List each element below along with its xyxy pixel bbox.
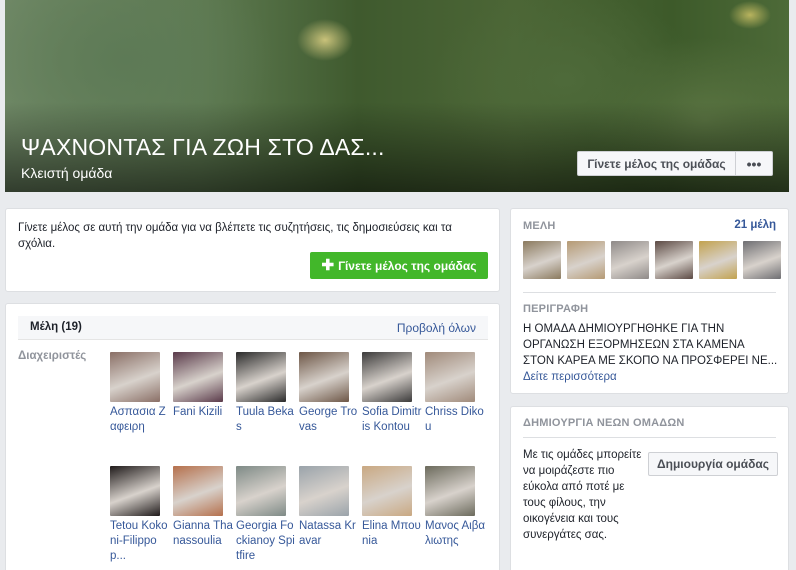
description-text: Η ΟΜΑΔΑ ΔΗΜΙΟΥΡΓΗΘΗΚΕ ΓΙΑ ΤΗΝ ΟΡΓΑΝΩΣΗ Ε… <box>523 321 778 385</box>
join-prompt-card: Γίνετε μέλος σε αυτή την ομάδα για να βλ… <box>5 208 500 292</box>
member-name[interactable]: Gianna Thanassoulia <box>173 519 233 549</box>
avatar[interactable] <box>110 352 160 402</box>
member-name[interactable]: Elina Μπουnia <box>362 519 422 549</box>
member-card[interactable]: Georgia Fockianoy Spitfire <box>236 466 296 564</box>
member-name[interactable]: George Trovas <box>299 405 359 435</box>
member-card[interactable]: Μανος Αιβαλιωτης <box>425 466 485 549</box>
member-card[interactable]: Fani Kizili <box>173 352 233 420</box>
members-card: Μέλη (19) Προβολή όλων Διαχειριστές Ασπα… <box>5 303 500 570</box>
member-card[interactable]: Gianna Thanassoulia <box>173 466 233 549</box>
members-count-title: Μέλη (19) <box>30 321 82 333</box>
avatar[interactable] <box>299 352 349 402</box>
member-card[interactable]: Tuula Bekas <box>236 352 296 435</box>
avatar[interactable] <box>425 352 475 402</box>
member-name[interactable]: Georgia Fockianoy Spitfire <box>236 519 296 564</box>
about-card: ΜΕΛΗ 21 μέλη ΠΕΡΙΓΡΑΦΗ Η ΟΜΑΔΑ ΔΗΜΙΟΥΡΓΗ… <box>510 208 789 394</box>
view-all-link[interactable]: Προβολή όλων <box>397 321 476 335</box>
join-group-green-label: Γίνετε μέλος της ομάδας <box>338 258 477 273</box>
members-header: Μέλη (19) Προβολή όλων <box>18 316 488 340</box>
member-card[interactable]: Elina Μπουnia <box>362 466 422 549</box>
member-card[interactable]: Tetou Kokoni-Filippop... <box>110 466 170 564</box>
avatar[interactable] <box>362 466 412 516</box>
avatar[interactable] <box>655 241 693 279</box>
member-name[interactable]: Sofia Dimitris Kontou <box>362 405 422 435</box>
join-group-green-button[interactable]: ✚ Γίνετε μέλος της ομάδας <box>310 252 488 279</box>
admins-label: Διαχειριστές <box>18 350 87 362</box>
members-panel-label: ΜΕΛΗ <box>523 220 556 232</box>
avatar[interactable] <box>173 466 223 516</box>
join-prompt-text: Γίνετε μέλος σε αυτή την ομάδα για να βλ… <box>18 222 452 250</box>
description-label: ΠΕΡΙΓΡΑΦΗ <box>523 303 589 315</box>
member-card[interactable]: Chriss Dikou <box>425 352 485 435</box>
member-card[interactable]: George Trovas <box>299 352 359 435</box>
avatar[interactable] <box>611 241 649 279</box>
avatar[interactable] <box>173 352 223 402</box>
member-name[interactable]: Fani Kizili <box>173 405 233 420</box>
join-group-button[interactable]: Γίνετε μέλος της ομάδας <box>577 151 736 176</box>
avatar[interactable] <box>362 352 412 402</box>
see-more-link[interactable]: Δείτε περισσότερα <box>523 371 617 383</box>
members-panel-count[interactable]: 21 μέλη <box>734 219 776 231</box>
member-card[interactable]: Natassa Kravar <box>299 466 359 549</box>
member-card[interactable]: Ασπασια Ζαφειρη <box>110 352 170 435</box>
divider <box>523 437 776 438</box>
more-options-button[interactable]: ••• <box>736 151 773 176</box>
group-privacy-label: Κλειστή ομάδα <box>21 165 113 181</box>
create-group-text: Με τις ομάδες μπορείτε να μοιράζεστε πιο… <box>523 449 642 541</box>
avatar[interactable] <box>699 241 737 279</box>
avatar[interactable] <box>299 466 349 516</box>
member-name[interactable]: Tuula Bekas <box>236 405 296 435</box>
avatar[interactable] <box>523 241 561 279</box>
avatar[interactable] <box>567 241 605 279</box>
avatar[interactable] <box>236 466 286 516</box>
avatar[interactable] <box>236 352 286 402</box>
create-group-button[interactable]: Δημιουργία ομάδας <box>648 452 778 476</box>
member-name[interactable]: Tetou Kokoni-Filippop... <box>110 519 170 564</box>
group-cover-photo: ΨΑΧΝΟΝΤΑΣ ΓΙΑ ΖΩΗ ΣΤΟ ΔΑΣ... Κλειστή ομά… <box>5 0 789 192</box>
plus-icon: ✚ <box>321 257 335 274</box>
member-name[interactable]: Natassa Kravar <box>299 519 359 549</box>
member-thumbnails <box>523 241 781 279</box>
group-title[interactable]: ΨΑΧΝΟΝΤΑΣ ΓΙΑ ΖΩΗ ΣΤΟ ΔΑΣ... <box>21 134 385 161</box>
member-name[interactable]: Ασπασια Ζαφειρη <box>110 405 170 435</box>
avatar[interactable] <box>425 466 475 516</box>
member-card[interactable]: Sofia Dimitris Kontou <box>362 352 422 435</box>
member-name[interactable]: Μανος Αιβαλιωτης <box>425 519 485 549</box>
divider <box>523 292 776 293</box>
member-name[interactable]: Chriss Dikou <box>425 405 485 435</box>
avatar[interactable] <box>743 241 781 279</box>
description-body: Η ΟΜΑΔΑ ΔΗΜΙΟΥΡΓΗΘΗΚΕ ΓΙΑ ΤΗΝ ΟΡΓΑΝΩΣΗ Ε… <box>523 323 778 367</box>
avatar[interactable] <box>110 466 160 516</box>
create-group-card: ΔΗΜΙΟΥΡΓΙΑ ΝΕΩΝ ΟΜΑΔΩΝ Με τις ομάδες μπο… <box>510 406 789 570</box>
create-group-label: ΔΗΜΙΟΥΡΓΙΑ ΝΕΩΝ ΟΜΑΔΩΝ <box>523 417 685 429</box>
